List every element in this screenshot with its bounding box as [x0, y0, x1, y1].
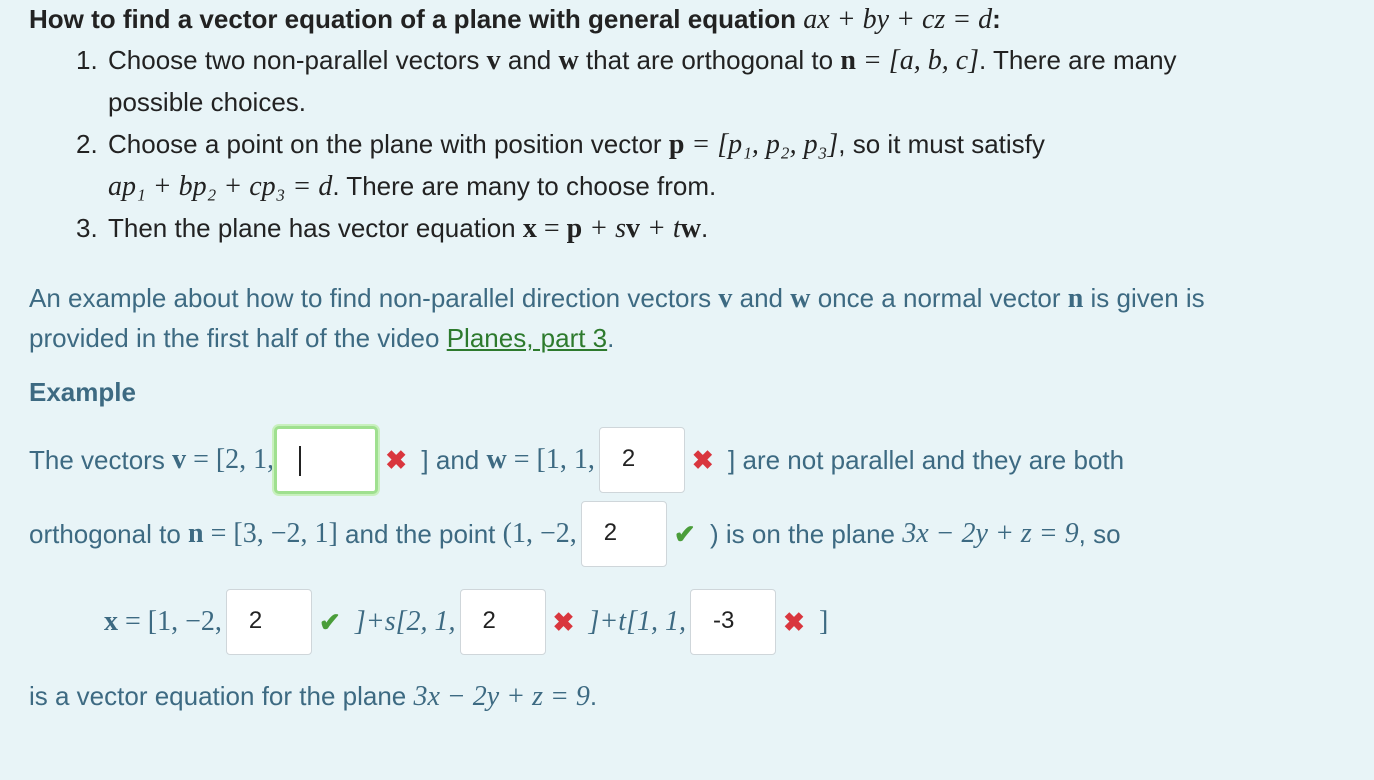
- section-heading: How to find a vector equation of a plane…: [29, 0, 1001, 38]
- vector-n: n: [188, 518, 204, 550]
- answer-input-s-v3[interactable]: 2: [459, 589, 546, 656]
- row-text: ) is on the plane: [702, 519, 903, 550]
- step-text: . There are many: [979, 45, 1177, 75]
- step-text: Choose a point on the plane with positio…: [108, 129, 669, 159]
- step-1-continuation: possible choices.: [108, 87, 306, 117]
- video-link-planes-part-3[interactable]: Planes, part 3: [447, 323, 607, 353]
- point-coordinates: (1, −2,: [502, 518, 577, 550]
- conclusion-text: is a vector equation for the plane: [29, 681, 414, 711]
- plane-equation: 3x − 2y + z = 9: [413, 681, 590, 712]
- answer-input-t-w3[interactable]: -3: [689, 589, 776, 656]
- incorrect-icon: ✖: [691, 445, 714, 476]
- plane-equation: 3x − 2y + z = 9: [902, 518, 1079, 550]
- closing-bracket: ]: [811, 606, 829, 638]
- vector-w: w: [558, 45, 579, 76]
- direction-v-components: ]+s[2, 1,: [347, 606, 456, 638]
- normal-vector-components: = [3, −2, 1]: [203, 518, 338, 550]
- para-text: An example about how to find non-paralle…: [29, 283, 719, 313]
- answer-input-point-z[interactable]: 2: [580, 501, 667, 568]
- math-operator: =: [536, 213, 567, 244]
- para-text: once a normal vector: [810, 283, 1068, 313]
- example-row-2: orthogonal to n = [3, −2, 1] and the poi…: [29, 499, 1121, 568]
- heading-equation: ax + by + cz = d: [803, 4, 993, 35]
- normal-vector-components: = [a, b, c]: [855, 45, 980, 76]
- vector-n: n: [1067, 283, 1084, 314]
- vector-n: n: [840, 45, 856, 76]
- step-2-continuation: ap₁ + bp₂ + cp₃ = d. There are many to c…: [108, 166, 716, 207]
- math-term: + s: [582, 213, 627, 244]
- row-text: and the point: [337, 519, 503, 550]
- heading-text: How to find a vector equation of a plane…: [29, 4, 804, 34]
- step-number: 3.: [76, 213, 98, 243]
- vector-x: x: [104, 606, 118, 638]
- example-explanation-line-1: An example about how to find non-paralle…: [29, 278, 1205, 319]
- vector-p: p: [668, 129, 685, 160]
- answer-input-v3[interactable]: [274, 426, 379, 495]
- text-caret: [299, 445, 302, 476]
- vector-v: v: [626, 213, 641, 244]
- example-heading: Example: [29, 377, 136, 407]
- step-text: .: [700, 213, 709, 243]
- para-text: .: [607, 323, 615, 353]
- answer-input-w3[interactable]: 2: [598, 427, 685, 494]
- vector-p: p: [566, 213, 583, 244]
- step-2: 2. Choose a point on the plane with posit…: [76, 124, 1045, 165]
- vector-v: v: [718, 283, 733, 314]
- vector-v-components: = [2, 1,: [186, 444, 275, 476]
- heading-suffix: :: [992, 4, 1001, 34]
- example-explanation-line-2: provided in the first half of the video …: [29, 318, 614, 358]
- vector-v: v: [172, 444, 187, 476]
- example-row-1: The vectors v = [2, 1, ✖ ] and w = [1, 1,…: [29, 425, 1125, 495]
- step-text: , so it must satisfy: [838, 129, 1045, 159]
- step-text: . There are many to choose from.: [332, 171, 717, 201]
- row-text: , so: [1078, 519, 1121, 550]
- incorrect-icon: ✖: [385, 445, 408, 476]
- plane-condition-equation: ap₁ + bp₂ + cp₃ = d: [108, 171, 333, 202]
- row-text: The vectors: [29, 445, 173, 476]
- correct-check-icon: ✔: [673, 519, 696, 550]
- conclusion-text: .: [589, 681, 598, 711]
- para-text: provided in the first half of the video: [29, 323, 447, 353]
- position-vector-components: = [p₁, p₂, p₃]: [684, 129, 839, 160]
- incorrect-icon: ✖: [552, 607, 575, 638]
- vector-x: x: [522, 213, 537, 244]
- vector-w-components: = [1, 1,: [506, 444, 595, 476]
- vector-w: w: [486, 444, 507, 476]
- conclusion-line: is a vector equation for the plane 3x − …: [29, 676, 597, 717]
- para-text: and: [732, 283, 791, 313]
- step-3: 3. Then the plane has vector equation x =…: [76, 208, 708, 249]
- step-text: that are orthogonal to: [578, 45, 841, 75]
- point-vector-components: = [1, −2,: [118, 606, 222, 638]
- step-1: 1. Choose two non-parallel vectors v and …: [76, 40, 1177, 81]
- step-text: and: [500, 45, 559, 75]
- vector-w: w: [680, 213, 701, 244]
- direction-w-components: ]+t[1, 1,: [581, 606, 686, 638]
- para-text: is given is: [1083, 283, 1205, 313]
- step-number: 2.: [76, 129, 98, 159]
- math-term: + t: [640, 213, 681, 244]
- row-text: ] and: [414, 445, 487, 476]
- row-text: ] are not parallel and they are both: [720, 445, 1125, 476]
- vector-w: w: [790, 283, 811, 314]
- step-text: Then the plane has vector equation: [108, 213, 523, 243]
- incorrect-icon: ✖: [783, 607, 805, 638]
- vector-v: v: [486, 45, 501, 76]
- step-text: Choose two non-parallel vectors: [108, 45, 487, 75]
- vector-equation-row: x = [1, −2, 2 ✔ ]+s[2, 1, 2 ✖ ]+t[1, 1, -3 ✖ ]: [104, 587, 829, 656]
- correct-check-icon: ✔: [319, 607, 341, 638]
- answer-input-p3[interactable]: 2: [225, 589, 312, 656]
- row-text: orthogonal to: [29, 519, 189, 550]
- step-number: 1.: [76, 45, 98, 75]
